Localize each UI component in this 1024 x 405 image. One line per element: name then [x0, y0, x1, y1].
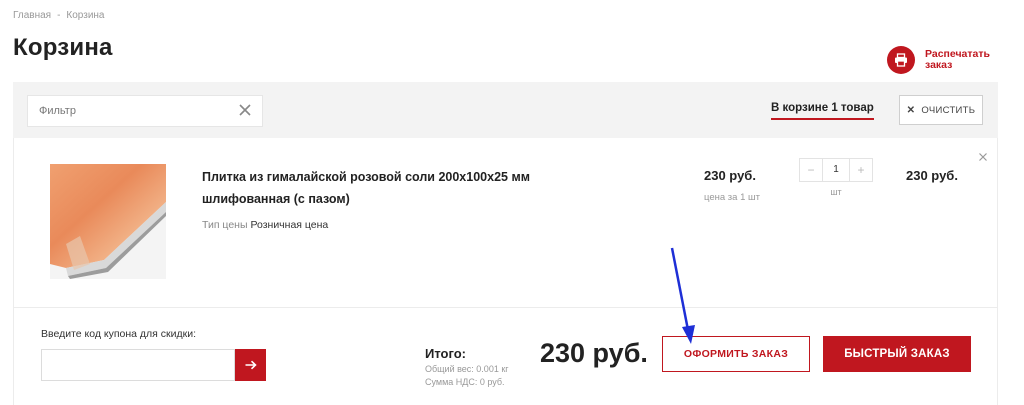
coupon-input[interactable] [41, 349, 235, 381]
item-total-price: 230 руб. [906, 168, 958, 183]
filter-clear-icon[interactable] [238, 103, 252, 117]
increase-quantity-button[interactable]: + [850, 159, 872, 181]
price-type-value: Розничная цена [250, 219, 329, 231]
unit-price-note: цена за 1 шт [704, 192, 760, 203]
filter-box [27, 95, 263, 127]
product-name-link[interactable]: Плитка из гималайской розовой соли 200х1… [202, 166, 582, 210]
page-title: Корзина [13, 34, 113, 61]
apply-coupon-button[interactable] [235, 349, 266, 381]
filter-input[interactable] [28, 96, 228, 126]
cart-footer: Введите код купона для скидки: Итого: Об… [13, 308, 998, 405]
decrease-quantity-button[interactable]: − [800, 159, 822, 181]
remove-item-icon[interactable] [978, 152, 988, 162]
vat-amount: Сумма НДС: 0 руб. [425, 377, 505, 387]
printer-icon [887, 46, 915, 74]
clear-cart-label: ОЧИСТИТЬ [921, 104, 976, 116]
print-order-button[interactable]: Распечатать заказ [887, 46, 1005, 74]
cart-item-row: Плитка из гималайской розовой соли 200х1… [13, 138, 998, 308]
unit-price: 230 руб. [704, 168, 756, 183]
breadcrumb-current: Корзина [66, 10, 105, 21]
breadcrumb: Главная - Корзина [13, 10, 105, 21]
total-weight: Общий вес: 0.001 кг [425, 364, 509, 374]
quantity-input[interactable]: 1 [822, 159, 850, 181]
cart-count-tab[interactable]: В корзине 1 товар [771, 102, 874, 120]
product-image[interactable] [50, 164, 166, 279]
checkout-button[interactable]: ОФОРМИТЬ ЗАКАЗ [662, 336, 810, 372]
close-icon: ✕ [906, 104, 916, 116]
cart-toolbar: В корзине 1 товар ✕ ОЧИСТИТЬ [13, 82, 998, 138]
breadcrumb-home-link[interactable]: Главная [13, 10, 51, 21]
grand-total: 230 руб. [540, 338, 648, 368]
breadcrumb-separator: - [57, 10, 61, 21]
price-type-label: Тип цены [202, 219, 248, 231]
arrow-right-icon [245, 360, 257, 370]
coupon-label: Введите код купона для скидки: [41, 328, 196, 340]
print-order-label: Распечатать заказ [925, 48, 990, 71]
price-type: Тип цены Розничная цена [202, 219, 328, 231]
total-label: Итого: [425, 346, 466, 361]
quick-order-button[interactable]: БЫСТРЫЙ ЗАКАЗ [823, 336, 971, 372]
quantity-unit: шт [830, 187, 842, 197]
clear-cart-button[interactable]: ✕ ОЧИСТИТЬ [899, 95, 983, 125]
quantity-stepper: − 1 + [799, 158, 873, 182]
